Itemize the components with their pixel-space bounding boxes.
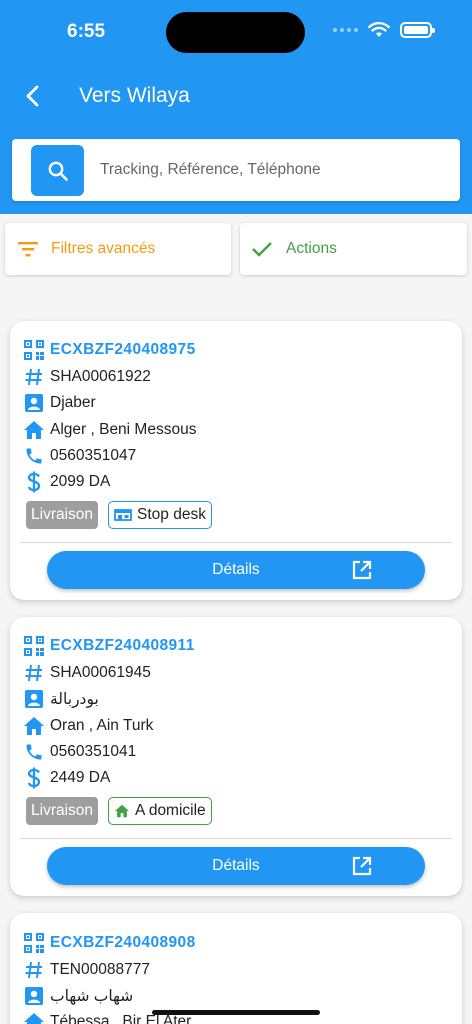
search-bar: [12, 139, 460, 201]
app-header: 6:55 Vers Wilaya: [0, 0, 472, 214]
customer-name: شهاب شهاب: [50, 987, 134, 1005]
delivery-mode-label: Stop desk: [137, 506, 206, 523]
location-row: Oran , Ain Turk: [22, 714, 153, 738]
home-icon: [115, 804, 130, 818]
customer-name: بودربالة: [50, 690, 99, 708]
delivery-mode-badge: Stop desk: [108, 501, 212, 529]
home-indicator: [152, 1010, 320, 1015]
type-badge: Livraison: [26, 501, 99, 529]
order-card: ECXBZF240408975 SHA00061922 Djaber Alger…: [10, 321, 462, 600]
customer-row: Djaber: [22, 391, 96, 415]
dollar-icon: [22, 470, 46, 494]
customer-row: بودربالة: [22, 687, 99, 711]
actions-label: Actions: [286, 240, 337, 257]
divider: [20, 542, 452, 543]
qr-code-icon: [22, 338, 46, 362]
open-external-icon: [352, 856, 372, 876]
details-button[interactable]: Détails: [47, 551, 425, 589]
order-card: ECXBZF240408911 SHA00061945 بودربالة Ora…: [10, 617, 462, 896]
badges: Livraison Stop desk: [26, 501, 212, 529]
reference-row: SHA00061945: [22, 661, 151, 685]
tracking-number[interactable]: ECXBZF240408908: [50, 934, 196, 952]
actions-button[interactable]: Actions: [240, 223, 467, 275]
order-card: ECXBZF240408908 TEN00088777 شهاب شهاب Té…: [10, 913, 462, 1024]
qr-code-icon: [22, 931, 46, 955]
phone-row: 0560351047: [22, 444, 136, 468]
filter-icon: [18, 242, 38, 257]
contact-icon: [22, 391, 46, 415]
reference: SHA00061922: [50, 368, 151, 385]
battery-icon: [400, 22, 435, 38]
contact-icon: [22, 687, 46, 711]
home-icon: [22, 418, 46, 442]
store-icon: [114, 509, 132, 521]
phone-number[interactable]: 0560351041: [50, 743, 136, 761]
dynamic-island: [166, 12, 305, 53]
customer-row: شهاب شهاب: [22, 984, 133, 1008]
tracking-row: ECXBZF240408908: [22, 931, 196, 955]
location: Alger , Beni Messous: [50, 421, 197, 438]
search-icon: [48, 161, 68, 181]
reference-row: SHA00061922: [22, 365, 151, 389]
location: Oran , Ain Turk: [50, 717, 154, 734]
phone-number[interactable]: 0560351047: [50, 447, 136, 465]
home-icon: [22, 714, 46, 738]
hashtag-icon: [22, 365, 46, 389]
status-icons: [333, 22, 435, 38]
check-icon: [252, 242, 272, 257]
page-title: Vers Wilaya: [79, 84, 190, 107]
hashtag-icon: [22, 661, 46, 685]
tracking-row: ECXBZF240408975: [22, 338, 196, 362]
reference: SHA00061945: [50, 664, 151, 681]
amount: 2449 DA: [50, 769, 111, 786]
type-badge: Livraison: [26, 797, 99, 825]
hashtag-icon: [22, 958, 46, 982]
dollar-icon: [22, 766, 46, 790]
wifi-icon: [368, 22, 390, 37]
customer-name: Djaber: [50, 394, 96, 411]
divider: [20, 838, 452, 839]
home-icon: [22, 1010, 46, 1024]
amount-row: 2449 DA: [22, 766, 110, 790]
phone-row: 0560351041: [22, 740, 136, 764]
chevron-left-icon: [26, 85, 39, 107]
details-button[interactable]: Détails: [47, 847, 425, 885]
delivery-mode-label: A domicile: [135, 802, 206, 819]
location-row: Alger , Beni Messous: [22, 418, 196, 442]
status-time: 6:55: [67, 21, 106, 42]
back-button[interactable]: [18, 81, 48, 111]
tracking-number[interactable]: ECXBZF240408975: [50, 341, 196, 359]
phone-icon: [22, 444, 46, 468]
advanced-filters-button[interactable]: Filtres avancés: [5, 223, 231, 275]
badges: Livraison A domicile: [26, 797, 212, 825]
filters-label: Filtres avancés: [51, 240, 156, 257]
contact-icon: [22, 984, 46, 1008]
qr-code-icon: [22, 634, 46, 658]
amount: 2099 DA: [50, 473, 111, 490]
amount-row: 2099 DA: [22, 470, 110, 494]
delivery-mode-badge: A domicile: [108, 797, 212, 825]
open-external-icon: [352, 560, 372, 580]
tracking-row: ECXBZF240408911: [22, 634, 195, 658]
reference: TEN00088777: [50, 961, 150, 978]
signal-icon: [333, 28, 358, 32]
search-button[interactable]: [31, 145, 84, 196]
phone-icon: [22, 740, 46, 764]
search-input[interactable]: [100, 151, 445, 189]
tracking-number[interactable]: ECXBZF240408911: [50, 637, 195, 655]
reference-row: TEN00088777: [22, 958, 150, 982]
